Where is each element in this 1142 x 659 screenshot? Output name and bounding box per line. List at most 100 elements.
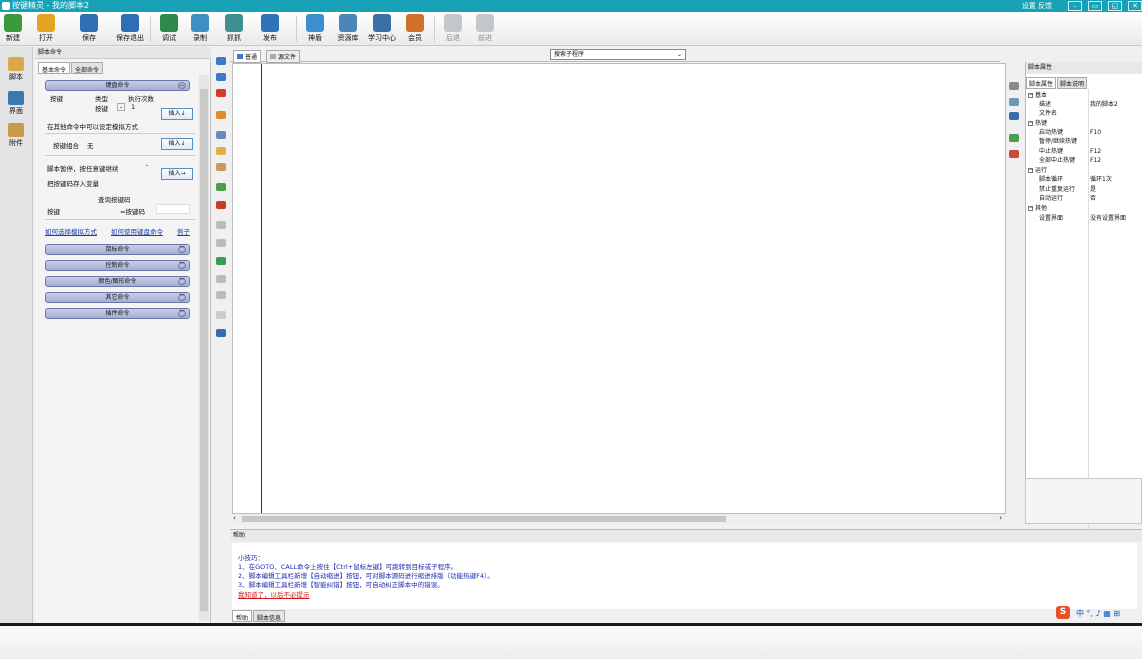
tab-normal[interactable]: 普通 xyxy=(233,50,262,63)
ime-toolbar[interactable]: S 中 °, ♪ ▦ ⊞ xyxy=(1052,605,1142,620)
close-icon[interactable]: ✕ xyxy=(1128,1,1142,11)
prop-category-hotkeys[interactable]: − 热键 xyxy=(1026,119,1142,128)
other-command-group[interactable]: 其它命令 ︾ xyxy=(45,292,190,303)
scroll-right-icon[interactable]: › xyxy=(999,514,1002,522)
wait-command-select[interactable]: 脚本暂停，按任意键继续 xyxy=(47,163,119,173)
prop-row-no-repeat[interactable]: 禁止重复运行是 xyxy=(1026,185,1142,194)
find-icon[interactable] xyxy=(216,275,226,283)
prop-category-other[interactable]: − 其他 xyxy=(1026,204,1142,213)
variables-icon[interactable] xyxy=(1009,98,1019,106)
toolbar-save-button[interactable]: 保存 xyxy=(78,14,100,43)
toolbar-open-button[interactable]: 打开 xyxy=(34,14,58,43)
prop-row-loop[interactable]: 脚本循环 循环1次 xyxy=(1026,175,1142,184)
restore-icon[interactable]: ▭ xyxy=(1088,1,1102,11)
link-example[interactable]: 例子 xyxy=(177,226,190,236)
collapse-icon[interactable]: − xyxy=(1028,206,1033,211)
title-right-links[interactable]: 设置 反馈 xyxy=(1022,0,1052,12)
comment-icon[interactable] xyxy=(216,111,226,119)
prop-category-basic[interactable]: − 基本 xyxy=(1026,91,1142,100)
maximize-icon[interactable]: ◱ xyxy=(1108,1,1122,11)
ime-status[interactable]: 中 °, ♪ ▦ ⊞ xyxy=(1076,608,1120,619)
move-down-icon[interactable] xyxy=(216,57,226,65)
expand-icon[interactable]: ︾ xyxy=(178,246,186,253)
color-graphic-command-group[interactable]: 颜色/图形命令 ︾ xyxy=(45,276,190,287)
prop-row-start-hotkey[interactable]: 启动热键 F10 xyxy=(1026,128,1142,137)
mouse-command-group[interactable]: 鼠标命令 ︾ xyxy=(45,244,190,255)
prop-row-description[interactable]: 描述 我的脚本2 xyxy=(1026,100,1142,109)
replace-icon[interactable] xyxy=(216,291,226,299)
copy-icon[interactable] xyxy=(216,131,226,139)
properties-icon[interactable] xyxy=(1009,82,1019,90)
undo-icon[interactable] xyxy=(216,221,226,229)
expand-icon[interactable]: ︾ xyxy=(178,310,186,317)
nav-attachment[interactable]: 附件 xyxy=(3,123,29,148)
goto-icon[interactable] xyxy=(216,257,226,265)
editor-horizontal-scrollbar[interactable]: ‹ › xyxy=(232,514,1006,524)
collapse-icon[interactable]: ︽ xyxy=(178,82,186,89)
subroutine-search-select[interactable]: 搜索子程序 ⌄ xyxy=(550,49,686,60)
help-dismiss-link[interactable]: 我知道了，以后不必提示 xyxy=(238,589,310,599)
settings-icon[interactable] xyxy=(1009,112,1019,120)
link-simulation-mode[interactable]: 如何选择模拟方式 xyxy=(45,226,97,236)
prop-row-filename[interactable]: 文件名 xyxy=(1026,109,1142,118)
toolbar-back-button[interactable]: 后退 xyxy=(444,14,462,43)
sogou-ime-icon[interactable]: S xyxy=(1056,606,1070,619)
count-input[interactable]: 1 xyxy=(131,103,135,111)
command-panel-scrollbar[interactable] xyxy=(199,75,209,621)
comment-toggle-icon[interactable] xyxy=(216,183,226,191)
collapse-icon[interactable]: − xyxy=(1028,93,1033,98)
tab-all-commands[interactable]: 全部命令 xyxy=(71,62,104,74)
prop-row-pause-hotkey[interactable]: 暂停/继续热键 xyxy=(1026,137,1142,146)
cut-icon[interactable] xyxy=(216,163,226,171)
scroll-left-icon[interactable]: ‹ xyxy=(233,514,236,522)
paste-icon[interactable] xyxy=(216,147,226,155)
code-editor[interactable] xyxy=(232,63,1006,514)
toolbar-library-button[interactable]: 资源库 xyxy=(335,14,361,43)
tab-source[interactable]: 源文件 xyxy=(266,50,301,63)
add-property-icon[interactable] xyxy=(1009,134,1019,142)
prop-category-run[interactable]: − 运行 xyxy=(1026,166,1142,175)
prop-row-stop-hotkey[interactable]: 中止热键 F12 xyxy=(1026,147,1142,156)
toolbar-forward-button[interactable]: 前进 xyxy=(476,14,494,43)
combo-value[interactable]: 无 xyxy=(87,140,94,150)
nav-interface[interactable]: 界面 xyxy=(3,91,29,116)
key-code-field[interactable] xyxy=(156,204,190,214)
toolbar-save-exit-button[interactable]: 保存退出 xyxy=(115,14,145,43)
expand-icon[interactable]: ︾ xyxy=(178,262,186,269)
expand-icon[interactable]: ︾ xyxy=(178,278,186,285)
tab-script-info[interactable]: 脚本信息 xyxy=(253,610,286,622)
remove-property-icon[interactable] xyxy=(1009,150,1019,158)
collapse-icon[interactable]: − xyxy=(1028,168,1033,173)
insert-combo-button[interactable]: 插入↓ xyxy=(161,138,193,150)
nav-script[interactable]: 脚本 xyxy=(3,57,29,82)
move-up-icon[interactable] xyxy=(216,73,226,81)
plugin-command-group[interactable]: 插件命令 ︾ xyxy=(45,308,190,319)
toolbar-learning-button[interactable]: 学习中心 xyxy=(367,14,397,43)
chevron-down-icon[interactable]: ⌄ xyxy=(145,162,149,168)
type-select[interactable]: 按键 xyxy=(95,103,108,113)
chevron-down-icon[interactable]: ⌄ xyxy=(117,103,126,111)
insert-down-button[interactable]: 插入↓ xyxy=(161,108,193,120)
toolbar-publish-button[interactable]: 发布 xyxy=(259,14,281,43)
tab-basic-commands[interactable]: 基本命令 xyxy=(38,62,71,74)
scrollbar-thumb[interactable] xyxy=(200,89,208,611)
keyboard-command-group[interactable]: 键盘命令 ︽ xyxy=(45,80,190,91)
redo-icon[interactable] xyxy=(216,239,226,247)
toolbar-capture-button[interactable]: 抓抓 xyxy=(225,14,243,43)
prop-row-ui-setting[interactable]: 设置界面 没有设置界面 xyxy=(1026,214,1142,223)
expand-icon[interactable]: ︾ xyxy=(178,294,186,301)
toolbar-new-button[interactable]: 新建 xyxy=(4,14,22,43)
view-icon[interactable] xyxy=(216,329,226,337)
prop-row-autorun[interactable]: 自动运行否 xyxy=(1026,194,1142,203)
minimize-icon[interactable]: – xyxy=(1068,1,1082,11)
toolbar-debug-button[interactable]: 调试 xyxy=(160,14,178,43)
tab-script-properties[interactable]: 脚本属性 xyxy=(1026,77,1057,89)
uncomment-icon[interactable] xyxy=(216,201,226,209)
control-command-group[interactable]: 控制命令 ︾ xyxy=(45,260,190,271)
tab-help[interactable]: 帮助 xyxy=(232,610,253,622)
scrollbar-thumb[interactable] xyxy=(242,516,726,522)
link-keyboard-usage[interactable]: 如何使用键盘命令 xyxy=(111,226,163,236)
collapse-icon[interactable]: − xyxy=(1028,121,1033,126)
toolbar-record-button[interactable]: 录制 xyxy=(191,14,209,43)
toolbar-member-button[interactable]: 会员 xyxy=(405,14,425,43)
